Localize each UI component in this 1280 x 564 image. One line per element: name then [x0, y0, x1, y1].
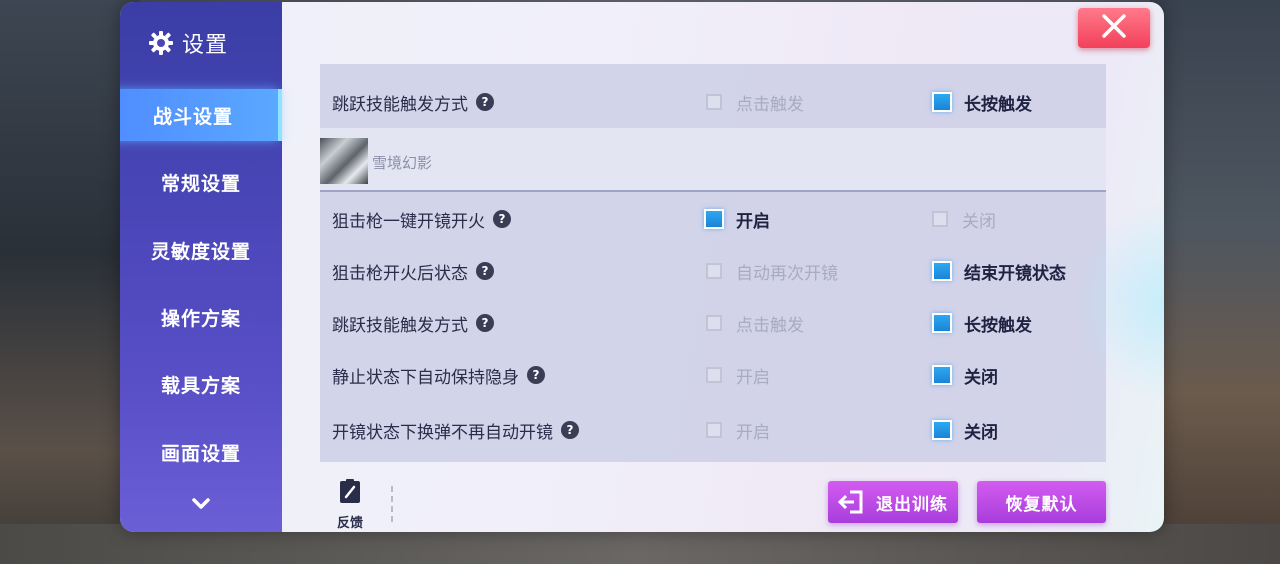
background-left [0, 0, 140, 564]
gear-icon [148, 30, 174, 56]
sidebar-item-label: 载具方案 [160, 374, 241, 397]
option-a[interactable]: 开启 [706, 363, 770, 388]
option-a[interactable]: 开启 [706, 418, 770, 443]
option-label: 长按触发 [964, 315, 1032, 336]
setting-label-text: 跳跃技能触发方式 [332, 94, 468, 115]
option-label: 开启 [736, 367, 770, 388]
option-label: 点击触发 [736, 94, 804, 115]
feedback-label: 反馈 [336, 516, 363, 531]
option-label: 关闭 [964, 367, 998, 388]
close-button[interactable] [1078, 8, 1150, 48]
exit-training-button[interactable]: 退出训练 [828, 481, 958, 523]
option-label: 关闭 [964, 422, 998, 443]
option-label: 结束开镜状态 [964, 263, 1066, 284]
checkbox[interactable] [932, 211, 948, 227]
help-icon[interactable]: ? [527, 366, 545, 384]
option-b[interactable]: 关闭 [932, 207, 996, 232]
settings-content: 跳跃技能触发方式? 点击触发 长按触发 雪境幻影 狙击枪一键开镜开火? 开启 关… [320, 64, 1106, 462]
background-right [1150, 0, 1280, 564]
close-icon [1100, 12, 1128, 44]
sidebar-item-graphics[interactable]: 画面设置 [120, 426, 282, 478]
setting-row: 跳跃技能触发方式? 点击触发 长按触发 [320, 76, 1106, 128]
checkbox[interactable] [932, 420, 952, 440]
setting-label-text: 跳跃技能触发方式 [332, 315, 468, 336]
sidebar-item-combat[interactable]: 战斗设置 [120, 89, 282, 141]
help-icon[interactable]: ? [493, 210, 511, 228]
sidebar-item-label: 常规设置 [160, 172, 241, 195]
sidebar-item-label: 画面设置 [160, 442, 241, 465]
option-b[interactable]: 关闭 [932, 363, 998, 388]
setting-label-text: 静止状态下自动保持隐身 [332, 367, 519, 388]
sidebar-item-controls[interactable]: 操作方案 [120, 291, 282, 343]
sidebar-title-label: 设置 [182, 33, 229, 58]
checkbox[interactable] [932, 313, 952, 333]
option-label: 开启 [736, 422, 770, 443]
sidebar-item-label: 操作方案 [160, 307, 241, 330]
help-icon[interactable]: ? [476, 93, 494, 111]
character-section-header: 雪境幻影 [320, 128, 1106, 192]
option-a[interactable]: 开启 [704, 207, 770, 232]
checkbox[interactable] [706, 315, 722, 331]
sidebar-item-sensitivity[interactable]: 灵敏度设置 [120, 224, 282, 276]
checkbox[interactable] [706, 263, 722, 279]
setting-row: 狙击枪开火后状态? 自动再次开镜 结束开镜状态 [320, 246, 1106, 296]
settings-panel: 设置 战斗设置 常规设置 灵敏度设置 操作方案 载具方案 画面设置 跳跃技能触发… [120, 2, 1164, 532]
option-b[interactable]: 结束开镜状态 [932, 259, 1066, 284]
restore-default-button[interactable]: 恢复默认 [977, 481, 1106, 523]
option-label: 长按触发 [964, 94, 1032, 115]
sidebar-title: 设置 [148, 26, 228, 60]
setting-row: 跳跃技能触发方式? 点击触发 长按触发 [320, 298, 1106, 348]
setting-label: 跳跃技能触发方式? [332, 90, 494, 115]
checkbox[interactable] [932, 92, 952, 112]
option-label: 自动再次开镜 [736, 263, 838, 284]
setting-row: 开镜状态下换弹不再自动开镜? 开启 关闭 [320, 404, 1106, 456]
option-a[interactable]: 自动再次开镜 [706, 259, 838, 284]
option-label: 关闭 [962, 211, 996, 232]
setting-row: 静止状态下自动保持隐身? 开启 关闭 [320, 350, 1106, 400]
setting-row: 狙击枪一键开镜开火? 开启 关闭 [320, 194, 1106, 244]
option-label: 点击触发 [736, 315, 804, 336]
checkbox[interactable] [706, 367, 722, 383]
option-label: 开启 [736, 211, 770, 232]
help-icon[interactable]: ? [476, 262, 494, 280]
sidebar-item-general[interactable]: 常规设置 [120, 156, 282, 208]
checkbox[interactable] [706, 422, 722, 438]
sidebar-item-label: 战斗设置 [152, 105, 233, 128]
setting-label: 开镜状态下换弹不再自动开镜? [332, 418, 579, 443]
sidebar-item-vehicle[interactable]: 载具方案 [120, 358, 282, 410]
setting-label-text: 狙击枪开火后状态 [332, 263, 468, 284]
setting-label: 跳跃技能触发方式? [332, 311, 494, 336]
option-b[interactable]: 长按触发 [932, 311, 1032, 336]
setting-label: 狙击枪一键开镜开火? [332, 207, 511, 232]
feedback-icon [338, 478, 362, 508]
setting-label: 静止状态下自动保持隐身? [332, 363, 545, 388]
character-thumbnail [320, 138, 368, 184]
help-icon[interactable]: ? [561, 421, 579, 439]
checkbox[interactable] [932, 261, 952, 281]
option-b[interactable]: 关闭 [932, 418, 998, 443]
checkbox[interactable] [932, 365, 952, 385]
option-tap-trigger[interactable]: 点击触发 [706, 90, 804, 115]
settings-sidebar: 设置 战斗设置 常规设置 灵敏度设置 操作方案 载具方案 画面设置 [120, 2, 282, 532]
character-name: 雪境幻影 [372, 154, 433, 172]
footer-divider [391, 486, 393, 522]
exit-icon [838, 490, 864, 514]
setting-label: 狙击枪开火后状态? [332, 259, 494, 284]
exit-training-label: 退出训练 [876, 494, 948, 515]
checkbox[interactable] [706, 94, 722, 110]
help-icon[interactable]: ? [476, 314, 494, 332]
restore-default-label: 恢复默认 [1005, 494, 1078, 515]
option-a[interactable]: 点击触发 [706, 311, 804, 336]
chevron-down-icon[interactable] [186, 494, 216, 514]
checkbox[interactable] [704, 209, 724, 229]
sidebar-item-label: 灵敏度设置 [150, 240, 251, 263]
setting-label-text: 狙击枪一键开镜开火 [332, 211, 485, 232]
setting-label-text: 开镜状态下换弹不再自动开镜 [332, 422, 553, 443]
option-hold-trigger[interactable]: 长按触发 [932, 90, 1032, 115]
feedback-button[interactable]: 反馈 [332, 478, 368, 531]
